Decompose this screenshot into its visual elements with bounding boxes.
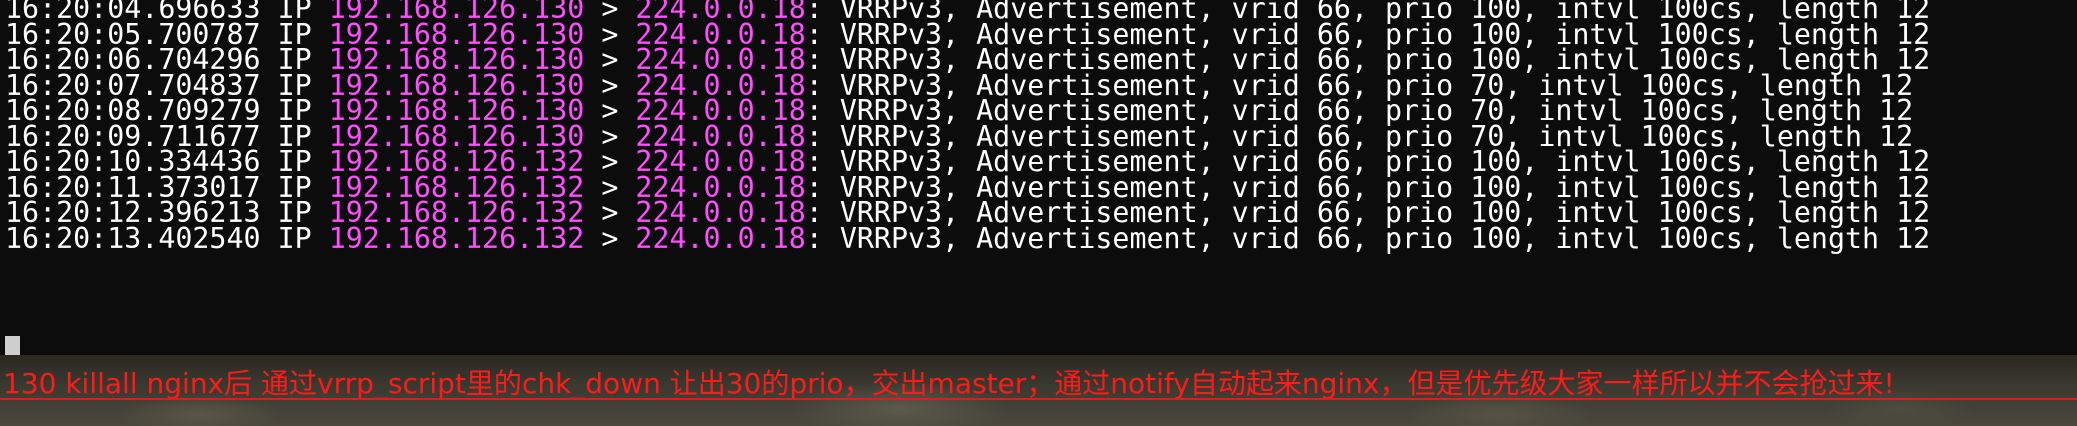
annotation-text: 130 killall nginx后 通过vrrp_script里的chk_do… xyxy=(3,367,1895,400)
protocol: IP xyxy=(277,222,312,255)
terminal-output[interactable]: 16:20:04.696633 IP 192.168.126.130 > 224… xyxy=(0,0,2077,355)
arrow: > xyxy=(601,222,619,255)
terminal-cursor xyxy=(5,336,20,355)
source-ip: 192.168.126.132 xyxy=(328,222,585,255)
annotation-underline xyxy=(0,398,2077,400)
destination-ip: 224.0.0.18 xyxy=(635,222,806,255)
packet-info: : VRRPv3, Advertisement, vrid 66, prio 1… xyxy=(805,222,1931,255)
timestamp: 16:20:13.402540 xyxy=(5,222,261,255)
packet-line: 16:20:13.402540 IP 192.168.126.132 > 224… xyxy=(5,222,1930,256)
